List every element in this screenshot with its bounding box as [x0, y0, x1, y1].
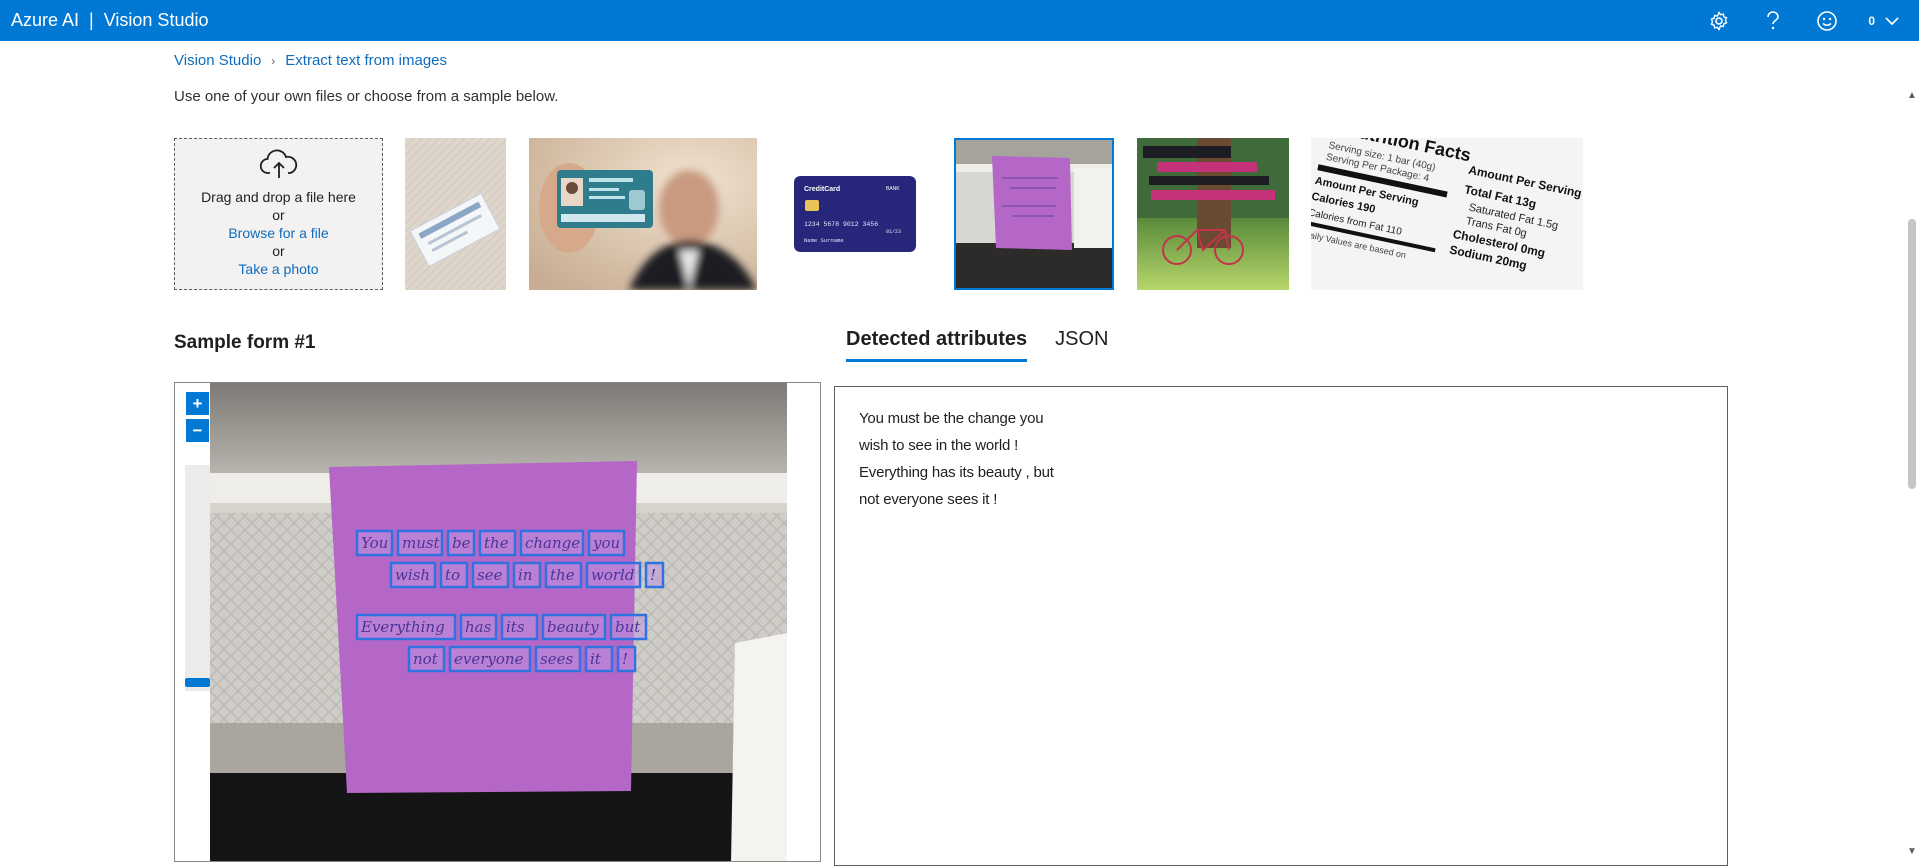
brand[interactable]: Azure AI | Vision Studio: [0, 10, 208, 31]
handwritten-word: Everything: [360, 618, 445, 636]
handwritten-word: in: [518, 566, 532, 584]
tab-json[interactable]: JSON: [1055, 328, 1108, 362]
breadcrumb: Vision Studio › Extract text from images: [174, 52, 447, 69]
card-holder-text: Name Surname: [804, 237, 844, 244]
handwritten-word: sees: [540, 650, 573, 668]
tab-detected-attributes[interactable]: Detected attributes: [846, 328, 1028, 362]
account-menu[interactable]: 0: [1854, 14, 1919, 28]
handwritten-word: wish: [395, 566, 430, 584]
sample-nutrition-facts-label[interactable]: Nutrition Facts Amount Per Serving Servi…: [1311, 138, 1583, 290]
handwritten-word: you: [592, 534, 620, 552]
handwritten-word: be: [452, 534, 471, 552]
card-chip: [805, 200, 819, 211]
gear-icon: [1710, 10, 1728, 31]
handwritten-word: !: [622, 650, 628, 668]
chevron-down-icon: [1885, 16, 1899, 25]
result-tabs: Detected attributes JSON: [846, 328, 1109, 362]
sticky-note-thumbnail-image: [954, 138, 1114, 290]
nutrition-facts-image: Nutrition Facts Amount Per Serving Servi…: [1311, 138, 1583, 290]
card-expiry-text: 01/23: [886, 229, 901, 235]
help-icon: [1767, 10, 1780, 29]
handwritten-word: everyone: [454, 650, 524, 668]
handwritten-word: !: [650, 566, 656, 584]
brand-separator: |: [89, 10, 94, 30]
sticky-note-photo: You must be the change youwish to see in the world…: [210, 383, 787, 861]
social-security-card-image: [405, 138, 506, 290]
brand-name: Azure AI: [11, 10, 80, 30]
detected-line: Everything has its beauty , but: [859, 464, 1054, 481]
feedback-button[interactable]: [1800, 0, 1854, 41]
breadcrumb-vision-studio[interactable]: Vision Studio: [174, 52, 261, 69]
bicycle-poster-image: [1137, 138, 1289, 290]
detected-line: not everyone sees it !: [859, 491, 998, 508]
handwritten-word: the: [484, 534, 509, 552]
zoom-slider-handle[interactable]: [185, 678, 210, 687]
sample-form-title: Sample form #1: [174, 332, 316, 353]
file-dropzone[interactable]: Drag and drop a file here or Browse for …: [174, 138, 383, 290]
sample-credit-card[interactable]: CreditCard BANK 1234 5678 9012 3456 Name…: [794, 176, 916, 252]
sample-social-security-card[interactable]: [405, 138, 506, 290]
cloud-upload-icon: [259, 149, 297, 178]
handwritten-word: must: [402, 534, 441, 552]
handwritten-word: the: [550, 566, 575, 584]
sample-life-is-like-poster[interactable]: [1137, 138, 1289, 290]
handwritten-word: has: [465, 618, 492, 636]
sample-sticky-note[interactable]: [954, 138, 1114, 290]
breadcrumb-current[interactable]: Extract text from images: [285, 52, 447, 69]
card-number-text: 1234 5678 9012 3456: [804, 221, 878, 228]
settings-button[interactable]: [1692, 0, 1746, 41]
scroll-thumb[interactable]: [1908, 219, 1916, 489]
handwritten-word: world: [591, 566, 634, 584]
or-text: or: [272, 207, 285, 223]
detected-attributes-panel: You must be the change you wish to see i…: [834, 386, 1728, 866]
zoom-slider-track[interactable]: [185, 465, 210, 691]
chevron-right-icon: ›: [271, 53, 276, 68]
top-bar: Azure AI | Vision Studio 0: [0, 0, 1919, 41]
or-text: or: [272, 243, 285, 259]
take-photo-link[interactable]: Take a photo: [238, 261, 318, 277]
zoom-in-button[interactable]: +: [186, 392, 209, 415]
page-scrollbar[interactable]: ▲ ▼: [1905, 84, 1919, 859]
instruction-text: Use one of your own files or choose from…: [174, 88, 559, 105]
detected-line: wish to see in the world !: [859, 437, 1019, 454]
product-name: Vision Studio: [103, 10, 209, 30]
handwritten-word: to: [445, 566, 460, 584]
zoom-out-button[interactable]: −: [186, 419, 209, 442]
handwritten-word: see: [477, 566, 503, 584]
browse-file-link[interactable]: Browse for a file: [228, 225, 328, 241]
handwritten-word: but: [615, 618, 641, 636]
handwritten-word: not: [413, 650, 439, 668]
account-badge: 0: [1868, 13, 1875, 28]
card-bank-text: BANK: [886, 186, 900, 192]
credit-card-image: CreditCard BANK 1234 5678 9012 3456 Name…: [794, 176, 916, 252]
handwritten-word: it: [590, 650, 602, 668]
image-viewer[interactable]: You must be the change you wish to see in the world…: [174, 382, 821, 862]
sample-national-identity-card[interactable]: [529, 138, 757, 290]
help-button[interactable]: [1746, 0, 1800, 41]
scroll-up-arrow-icon[interactable]: ▲: [1905, 88, 1919, 102]
handwritten-word: change: [525, 534, 580, 552]
identity-card-photo-image: [529, 138, 757, 290]
handwritten-word: beauty: [547, 618, 599, 636]
scroll-down-arrow-icon[interactable]: ▼: [1905, 844, 1919, 858]
detected-line: You must be the change you: [859, 410, 1044, 427]
feedback-smiley-icon: [1817, 10, 1838, 31]
card-brand-text: CreditCard: [804, 186, 840, 193]
drag-drop-text: Drag and drop a file here: [201, 189, 356, 205]
handwritten-word: You: [361, 534, 388, 552]
handwritten-word: its: [506, 618, 525, 636]
